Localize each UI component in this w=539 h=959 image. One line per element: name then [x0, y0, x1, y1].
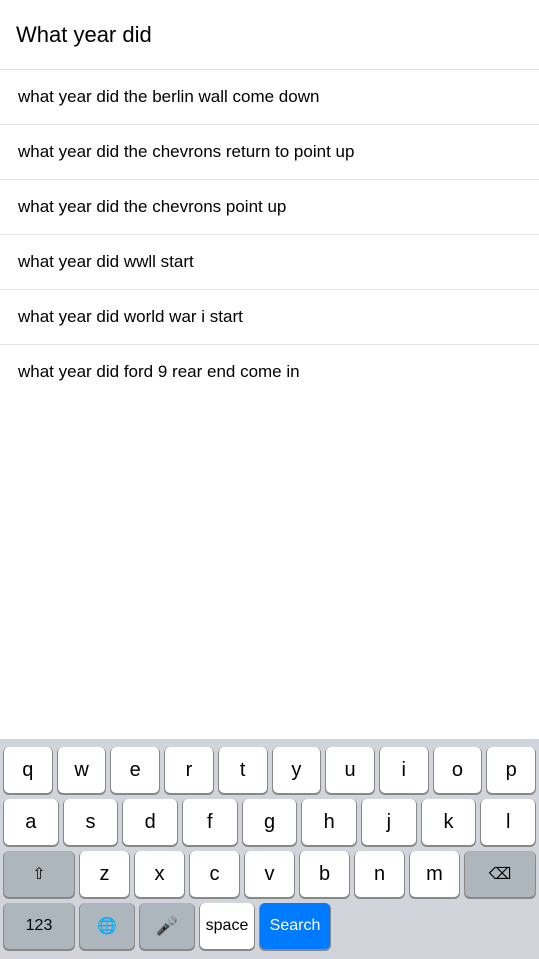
- key-g[interactable]: g: [243, 799, 297, 845]
- globe-key[interactable]: 🌐: [80, 903, 134, 949]
- key-e[interactable]: e: [111, 747, 159, 793]
- key-m[interactable]: m: [410, 851, 459, 897]
- keyboard-row-2: a s d f g h j k l: [0, 799, 539, 845]
- key-f[interactable]: f: [183, 799, 237, 845]
- numbers-key[interactable]: 123: [4, 903, 74, 949]
- keyboard: q w e r t y u i o p a s d f g h j k l ⇧ …: [0, 739, 539, 959]
- key-k[interactable]: k: [422, 799, 476, 845]
- suggestions-list: what year did the berlin wall come downw…: [0, 70, 539, 400]
- search-button[interactable]: Search: [260, 903, 330, 949]
- keyboard-row-3: ⇧ z x c v b n m ⌫: [0, 851, 539, 897]
- key-b[interactable]: b: [300, 851, 349, 897]
- key-s[interactable]: s: [64, 799, 118, 845]
- key-t[interactable]: t: [219, 747, 267, 793]
- key-n[interactable]: n: [355, 851, 404, 897]
- suggestion-item[interactable]: what year did ford 9 rear end come in: [0, 345, 539, 399]
- backspace-key[interactable]: ⌫: [465, 851, 535, 897]
- key-u[interactable]: u: [326, 747, 374, 793]
- shift-key[interactable]: ⇧: [4, 851, 74, 897]
- keyboard-row-1: q w e r t y u i o p: [0, 747, 539, 793]
- suggestion-item[interactable]: what year did wwll start: [0, 235, 539, 290]
- key-p[interactable]: p: [487, 747, 535, 793]
- suggestion-item[interactable]: what year did the chevrons return to poi…: [0, 125, 539, 180]
- key-l[interactable]: l: [481, 799, 535, 845]
- key-d[interactable]: d: [123, 799, 177, 845]
- key-h[interactable]: h: [302, 799, 356, 845]
- microphone-key[interactable]: 🎤: [140, 903, 194, 949]
- keyboard-bottom-row: 123 🌐 🎤 space Search: [0, 903, 539, 949]
- search-input[interactable]: [16, 22, 491, 48]
- key-i[interactable]: i: [380, 747, 428, 793]
- suggestion-item[interactable]: what year did the chevrons point up: [0, 180, 539, 235]
- key-c[interactable]: c: [190, 851, 239, 897]
- key-z[interactable]: z: [80, 851, 129, 897]
- clear-button[interactable]: [491, 19, 523, 51]
- suggestion-item[interactable]: what year did world war i start: [0, 290, 539, 345]
- key-y[interactable]: y: [273, 747, 321, 793]
- suggestion-item[interactable]: what year did the berlin wall come down: [0, 70, 539, 125]
- key-v[interactable]: v: [245, 851, 294, 897]
- space-key[interactable]: space: [200, 903, 254, 949]
- key-q[interactable]: q: [4, 747, 52, 793]
- search-bar: [0, 0, 539, 70]
- search-panel: what year did the berlin wall come downw…: [0, 0, 539, 739]
- key-w[interactable]: w: [58, 747, 106, 793]
- key-x[interactable]: x: [135, 851, 184, 897]
- key-r[interactable]: r: [165, 747, 213, 793]
- key-o[interactable]: o: [434, 747, 482, 793]
- key-a[interactable]: a: [4, 799, 58, 845]
- key-j[interactable]: j: [362, 799, 416, 845]
